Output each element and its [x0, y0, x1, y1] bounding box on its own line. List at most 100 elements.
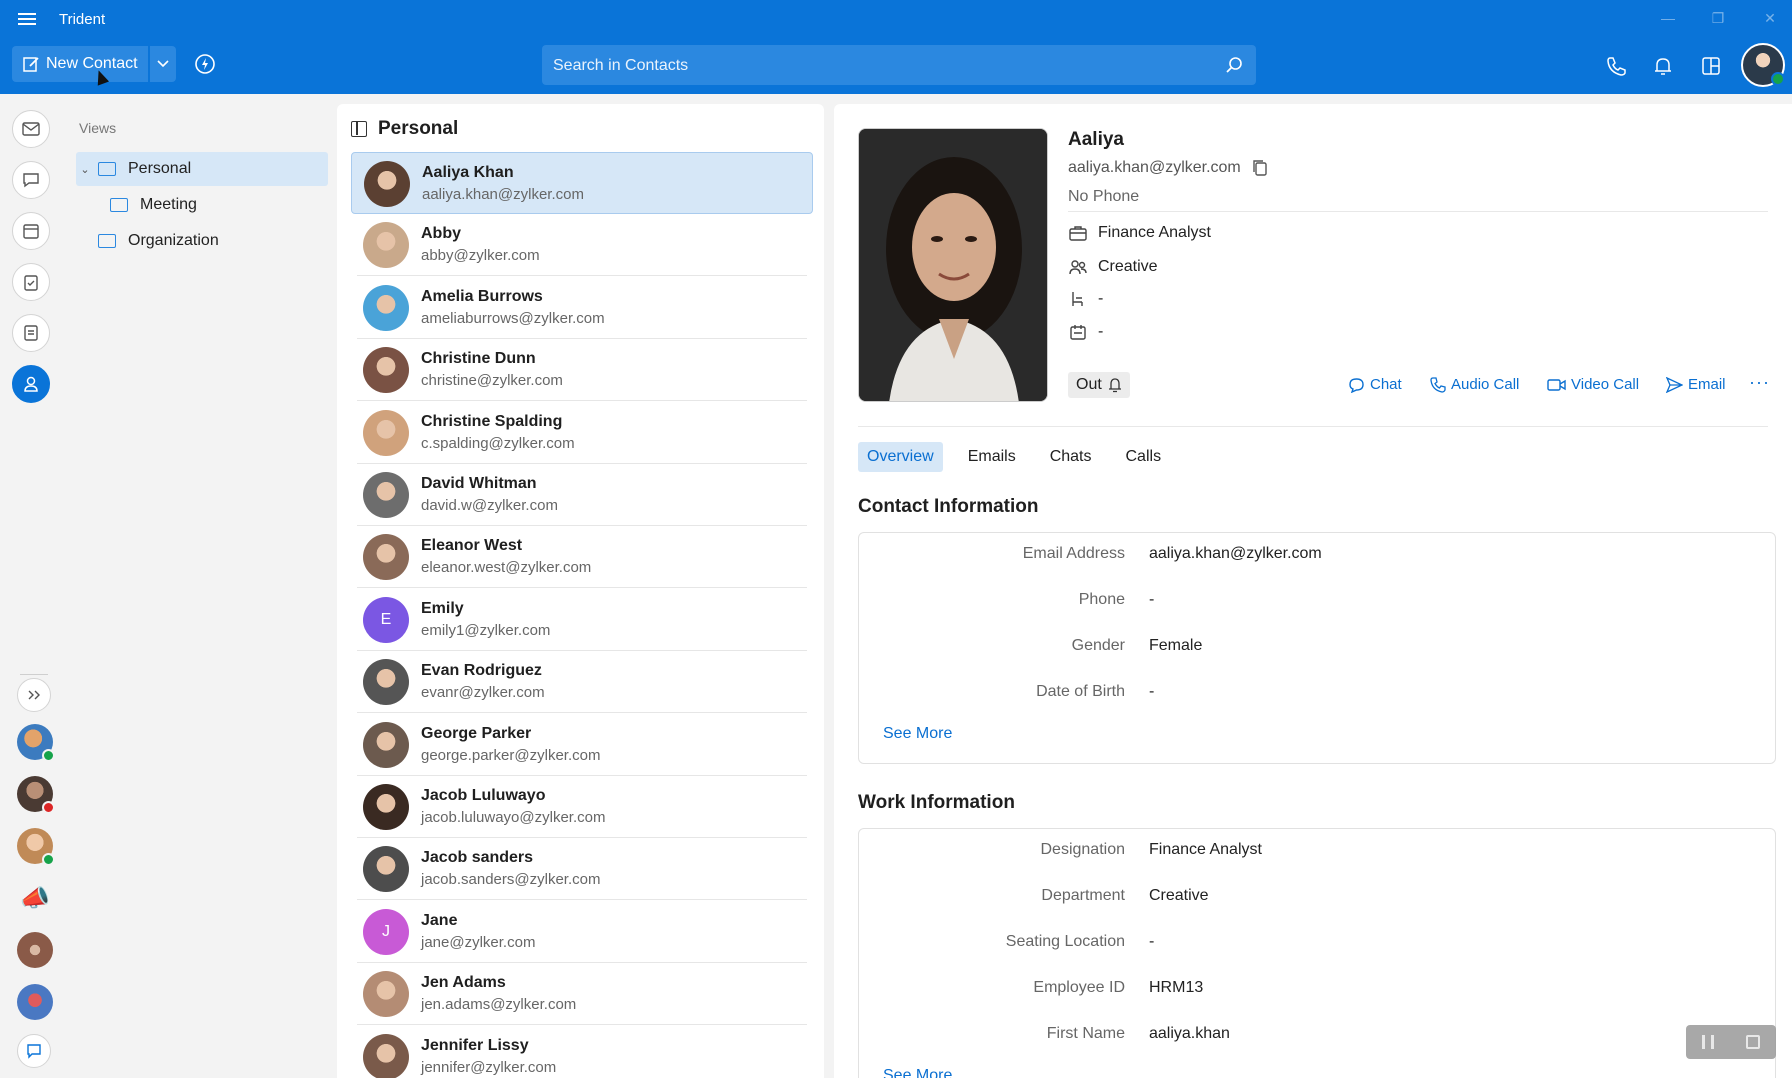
- contact-list-item[interactable]: George Parker george.parker@zylker.com: [351, 714, 813, 776]
- status-badge[interactable]: Out: [1068, 372, 1130, 398]
- search-icon[interactable]: [1224, 55, 1244, 75]
- chevron-down-icon[interactable]: ⌄: [76, 163, 94, 176]
- channel-avatar[interactable]: [17, 932, 53, 968]
- pause-icon[interactable]: [1702, 1035, 1714, 1049]
- chat-icon: [1349, 377, 1364, 393]
- view-item-personal[interactable]: ⌄ Personal: [76, 152, 328, 186]
- people-icon: [1069, 260, 1087, 275]
- contact-name: Aaliya: [1068, 129, 1124, 150]
- contact-list-item[interactable]: Aaliya Khan aaliya.khan@zylker.com: [351, 152, 813, 214]
- see-more-link[interactable]: See More: [883, 1067, 952, 1078]
- restore-icon[interactable]: ❐: [1708, 8, 1728, 28]
- folder-icon: [98, 234, 116, 248]
- search-placeholder: Search in Contacts: [553, 57, 689, 74]
- contact-avatar: E: [363, 596, 409, 643]
- contact-list-item[interactable]: Eleanor West eleanor.west@zylker.com: [351, 526, 813, 589]
- recording-control[interactable]: [1686, 1025, 1776, 1059]
- contact-list-item[interactable]: Jacob Luluwayo jacob.luluwayo@zylker.com: [351, 776, 813, 838]
- contact-avatar: [363, 721, 409, 768]
- chat-button[interactable]: Chat: [1348, 376, 1402, 393]
- contact-name: Aaliya Khan: [422, 164, 514, 181]
- contact-avatar: [363, 284, 409, 331]
- contact-list-item[interactable]: Jacob sanders jacob.sanders@zylker.com: [351, 838, 813, 901]
- title-bar: Trident — ❐ ✕: [0, 0, 1792, 40]
- contact-list-item[interactable]: Abby abby@zylker.com: [351, 214, 813, 277]
- contact-email[interactable]: aaliya.khan@zylker.com: [1068, 159, 1241, 177]
- quick-action-icon[interactable]: [194, 53, 216, 75]
- see-more-link[interactable]: See More: [883, 725, 952, 743]
- video-call-button[interactable]: Video Call: [1547, 376, 1639, 393]
- contact-list-item[interactable]: Amelia Burrows ameliaburrows@zylker.com: [351, 277, 813, 339]
- views-header: Views: [79, 120, 117, 136]
- designation-row: Finance Analyst: [1068, 224, 1211, 242]
- expand-rail-button[interactable]: [17, 678, 51, 712]
- contacts-nav-button[interactable]: [12, 365, 50, 403]
- folder-icon: [110, 198, 128, 212]
- channel-avatar[interactable]: [17, 984, 53, 1020]
- view-label: Meeting: [140, 196, 197, 213]
- tab-chats[interactable]: Chats: [1041, 442, 1101, 472]
- contact-email: jacob.luluwayo@zylker.com: [421, 809, 606, 826]
- new-contact-button[interactable]: New Contact: [12, 46, 148, 82]
- tab-emails[interactable]: Emails: [959, 442, 1025, 472]
- close-icon[interactable]: ✕: [1760, 8, 1780, 28]
- stop-icon[interactable]: [1746, 1035, 1760, 1049]
- bell-icon[interactable]: [1652, 55, 1674, 77]
- contact-name: David Whitman: [421, 475, 537, 492]
- view-item-meeting[interactable]: Meeting: [100, 188, 328, 222]
- notes-nav-button[interactable]: [12, 314, 50, 352]
- contact-name: Christine Dunn: [421, 350, 536, 368]
- mail-nav-button[interactable]: [12, 110, 50, 148]
- more-options-icon[interactable]: ···: [1749, 372, 1770, 393]
- contact-avatar: [363, 846, 409, 893]
- phone-icon[interactable]: [1605, 55, 1627, 77]
- audio-call-button[interactable]: Audio Call: [1430, 376, 1519, 393]
- seating-row: -: [1068, 290, 1103, 308]
- channel-avatar[interactable]: [17, 828, 55, 866]
- contact-list-item[interactable]: E Emily emily1@zylker.com: [351, 589, 813, 651]
- contact-avatar: [363, 472, 409, 518]
- list-title: Personal: [378, 118, 459, 139]
- contact-avatar: [363, 971, 409, 1018]
- contact-email: emily1@zylker.com: [421, 621, 551, 639]
- contact-name: Evan Rodriguez: [421, 662, 542, 680]
- hamburger-menu-icon[interactable]: [18, 10, 42, 30]
- view-item-organization[interactable]: Organization: [76, 224, 328, 258]
- contact-list-item[interactable]: Jen Adams jen.adams@zylker.com: [351, 963, 813, 1026]
- contact-list-item[interactable]: Jennifer Lissy jennifer@zylker.com: [351, 1026, 813, 1078]
- minimize-icon[interactable]: —: [1658, 8, 1678, 28]
- contact-avatar: [363, 222, 409, 269]
- announcement-icon[interactable]: 📣: [17, 880, 53, 916]
- feedback-button[interactable]: [17, 1034, 51, 1068]
- chat-bubble-icon: [23, 173, 39, 188]
- copy-icon[interactable]: [1252, 159, 1268, 177]
- contact-list-item[interactable]: J Jane jane@zylker.com: [351, 901, 813, 963]
- channel-avatar[interactable]: [17, 724, 55, 762]
- work-info-title: Work Information: [858, 792, 1015, 813]
- panel-toggle-icon[interactable]: [351, 121, 367, 137]
- search-input[interactable]: Search in Contacts: [542, 45, 1256, 85]
- contact-avatar: [363, 409, 409, 456]
- user-avatar[interactable]: [1741, 43, 1785, 87]
- contact-list-item[interactable]: David Whitman david.w@zylker.com: [351, 464, 813, 526]
- calendar-icon: [23, 224, 39, 239]
- note-icon: [24, 325, 38, 341]
- tab-calls[interactable]: Calls: [1117, 442, 1171, 472]
- panel-layout-icon[interactable]: [1700, 55, 1722, 77]
- tasks-nav-button[interactable]: [12, 263, 50, 301]
- contact-email: ameliaburrows@zylker.com: [421, 309, 605, 327]
- tab-overview[interactable]: Overview: [858, 442, 943, 472]
- chat-nav-button[interactable]: [12, 161, 50, 199]
- channel-avatar[interactable]: [17, 776, 55, 814]
- field-value: Creative: [1149, 887, 1209, 904]
- email-button[interactable]: Email: [1666, 376, 1726, 393]
- edit-icon: [23, 57, 39, 72]
- app-title: Trident: [59, 11, 106, 28]
- calendar-nav-button[interactable]: [12, 212, 50, 250]
- contact-list-item[interactable]: Christine Spalding c.spalding@zylker.com: [351, 402, 813, 464]
- contact-list-item[interactable]: Christine Dunn christine@zylker.com: [351, 339, 813, 402]
- contact-email: c.spalding@zylker.com: [421, 434, 575, 452]
- contact-list-item[interactable]: Evan Rodriguez evanr@zylker.com: [351, 651, 813, 714]
- contact-email: jennifer@zylker.com: [421, 1058, 557, 1076]
- new-dropdown-button[interactable]: [150, 46, 176, 82]
